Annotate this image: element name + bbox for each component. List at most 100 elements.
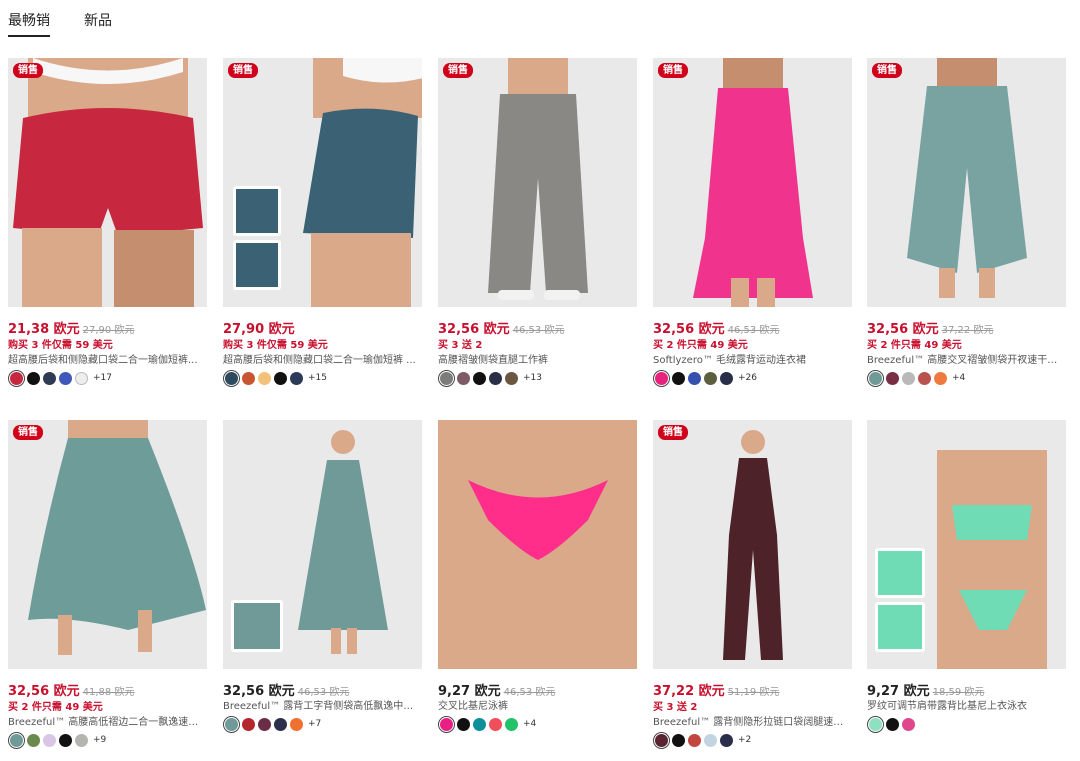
product-card[interactable]: 销售 32,56 欧元 41,88 欧元买 2 件只需 49 美元 Breezeful… bbox=[8, 420, 207, 747]
product-name[interactable]: 超高腰后袋和侧隐藏口袋二合一瑜伽短裤 ... bbox=[223, 351, 422, 365]
color-swatch[interactable] bbox=[27, 371, 40, 385]
product-name[interactable]: Breezeful™ 露背侧隐形拉链口袋阔腿速干... bbox=[653, 713, 852, 727]
color-swatch[interactable] bbox=[489, 371, 502, 385]
color-swatch[interactable] bbox=[489, 717, 502, 731]
product-image[interactable] bbox=[223, 420, 422, 669]
color-swatch[interactable] bbox=[75, 371, 88, 385]
color-swatch[interactable] bbox=[672, 371, 685, 385]
color-swatch[interactable] bbox=[704, 733, 717, 747]
color-swatch[interactable] bbox=[242, 717, 255, 731]
color-swatch[interactable] bbox=[473, 371, 486, 385]
color-swatch[interactable] bbox=[440, 371, 453, 385]
price-row: 32,56 欧元 37,22 欧元 bbox=[867, 318, 1066, 337]
color-swatch[interactable] bbox=[720, 733, 733, 747]
product-card[interactable]: 销售 32,56 欧元 46,53 欧元买 3 送 2 高腰褶皱侧袋直腿工作裤 +13 bbox=[438, 58, 637, 385]
sale-badge: 销售 bbox=[443, 63, 473, 78]
color-swatch[interactable] bbox=[655, 733, 668, 747]
color-swatch[interactable] bbox=[902, 371, 915, 385]
color-swatches: +26 bbox=[653, 371, 852, 385]
color-swatch[interactable] bbox=[902, 717, 915, 731]
color-swatch[interactable] bbox=[440, 717, 453, 731]
product-name[interactable]: 罗纹可调节肩带露背比基尼上衣泳衣 bbox=[867, 697, 1066, 711]
color-swatch[interactable] bbox=[43, 371, 56, 385]
color-swatch[interactable] bbox=[457, 371, 470, 385]
product-card[interactable]: 销售 21,38 欧元 27,90 欧元 购买 3 件仅需 59 美元 超高腰后袋和侧隐… bbox=[8, 58, 207, 385]
price-row: 32,56 欧元 41,88 欧元 bbox=[8, 680, 207, 699]
product-name[interactable]: Softlyzero™ 毛绒露背运动连衣裙 bbox=[653, 351, 852, 365]
price-row: 27,90 欧元 bbox=[223, 318, 422, 337]
product-image[interactable]: 销售 bbox=[438, 58, 637, 307]
color-swatch[interactable] bbox=[505, 717, 518, 731]
product-image[interactable]: 销售 bbox=[653, 58, 852, 307]
more-colors-count[interactable]: +2 bbox=[738, 735, 751, 745]
color-swatch[interactable] bbox=[274, 717, 287, 731]
color-swatch[interactable] bbox=[704, 371, 717, 385]
more-colors-count[interactable]: +26 bbox=[738, 373, 757, 383]
product-name[interactable]: Breezeful™ 高腰交叉褶皱侧袋开衩速干度... bbox=[867, 351, 1066, 365]
color-swatch[interactable] bbox=[59, 733, 72, 747]
more-colors-count[interactable]: +4 bbox=[523, 719, 536, 729]
color-swatch[interactable] bbox=[75, 733, 88, 747]
color-swatch[interactable] bbox=[672, 733, 685, 747]
more-colors-count[interactable]: +15 bbox=[308, 373, 327, 383]
color-swatch[interactable] bbox=[934, 371, 947, 385]
color-swatch[interactable] bbox=[473, 717, 486, 731]
product-card[interactable]: 9,27 欧元 46,53 欧元 交叉比基尼泳裤 +4 bbox=[438, 420, 637, 731]
color-swatch[interactable] bbox=[688, 371, 701, 385]
product-image[interactable]: 销售 bbox=[8, 58, 207, 307]
color-swatch[interactable] bbox=[258, 371, 271, 385]
color-swatch[interactable] bbox=[258, 717, 271, 731]
price-row: 32,56 欧元 46,53 欧元 bbox=[653, 318, 852, 337]
tab-new-arrivals[interactable]: 新品 bbox=[84, 10, 112, 37]
product-image[interactable]: 销售 bbox=[653, 420, 852, 669]
more-colors-count[interactable]: +7 bbox=[308, 719, 321, 729]
product-name[interactable]: 高腰褶皱侧袋直腿工作裤 bbox=[438, 351, 637, 365]
more-colors-count[interactable]: +4 bbox=[952, 373, 965, 383]
product-card[interactable]: 销售 27,90 欧元 购买 3 件仅需 59 美元 超高腰后袋和侧隐藏口袋二合一瑜伽… bbox=[223, 58, 422, 385]
more-colors-count[interactable]: +9 bbox=[93, 735, 106, 745]
color-swatch[interactable] bbox=[886, 717, 899, 731]
color-swatch[interactable] bbox=[869, 371, 882, 385]
product-image[interactable] bbox=[867, 420, 1066, 669]
current-price: 32,56 欧元 bbox=[8, 684, 80, 699]
color-swatch[interactable] bbox=[225, 371, 238, 385]
product-image[interactable]: 销售 bbox=[867, 58, 1066, 307]
product-card[interactable]: 销售 37,22 欧元 51,19 欧元买 3 送 2 Breezeful™ 露背侧隐… bbox=[653, 420, 852, 747]
color-swatch[interactable] bbox=[457, 717, 470, 731]
more-colors-count[interactable]: +17 bbox=[93, 373, 112, 383]
sale-badge: 销售 bbox=[872, 63, 902, 78]
product-image[interactable]: 销售 bbox=[8, 420, 207, 669]
product-name[interactable]: Breezeful™ 露背工字背侧袋高低飘逸中长... bbox=[223, 697, 422, 711]
color-swatch[interactable] bbox=[274, 371, 287, 385]
product-name[interactable]: 超高腰后袋和侧隐藏口袋二合一瑜伽短裤... bbox=[8, 351, 207, 365]
product-image[interactable]: 销售 bbox=[223, 58, 422, 307]
product-name[interactable]: 交叉比基尼泳裤 bbox=[438, 697, 637, 711]
color-swatch[interactable] bbox=[869, 717, 882, 731]
product-card[interactable]: 销售 32,56 欧元 46,53 欧元买 2 件只需 49 美元 Softlyzer… bbox=[653, 58, 852, 385]
color-swatch[interactable] bbox=[886, 371, 899, 385]
color-swatch[interactable] bbox=[290, 371, 303, 385]
promo-text: 买 2 件只需 49 美元 bbox=[653, 340, 748, 351]
color-swatch[interactable] bbox=[505, 371, 518, 385]
product-image[interactable] bbox=[438, 420, 637, 669]
color-swatch[interactable] bbox=[688, 733, 701, 747]
product-card[interactable]: 销售 32,56 欧元 37,22 欧元买 2 件只需 49 美元 Breezeful… bbox=[867, 58, 1066, 385]
color-swatch[interactable] bbox=[655, 371, 668, 385]
more-colors-count[interactable]: +13 bbox=[523, 373, 542, 383]
color-swatch[interactable] bbox=[242, 371, 255, 385]
product-card[interactable]: 32,56 欧元 46,53 欧元 Breezeful™ 露背工字背侧袋高低飘逸中长… bbox=[223, 420, 422, 731]
tab-best-selling[interactable]: 最畅销 bbox=[8, 10, 50, 37]
color-swatch[interactable] bbox=[59, 371, 72, 385]
color-swatch[interactable] bbox=[10, 371, 23, 385]
color-swatch[interactable] bbox=[720, 371, 733, 385]
color-swatch[interactable] bbox=[27, 733, 40, 747]
color-swatch[interactable] bbox=[10, 733, 23, 747]
product-card[interactable]: 9,27 欧元 18,59 欧元 罗纹可调节肩带露背比基尼上衣泳衣 bbox=[867, 420, 1066, 731]
color-swatches: +4 bbox=[867, 371, 1066, 385]
original-price: 46,53 欧元 bbox=[297, 687, 350, 698]
product-name[interactable]: Breezeful™ 高腰高低褶边二合一飘逸速干... bbox=[8, 713, 207, 727]
color-swatch[interactable] bbox=[43, 733, 56, 747]
color-swatch[interactable] bbox=[918, 371, 931, 385]
color-swatch[interactable] bbox=[225, 717, 238, 731]
color-swatch[interactable] bbox=[290, 717, 303, 731]
